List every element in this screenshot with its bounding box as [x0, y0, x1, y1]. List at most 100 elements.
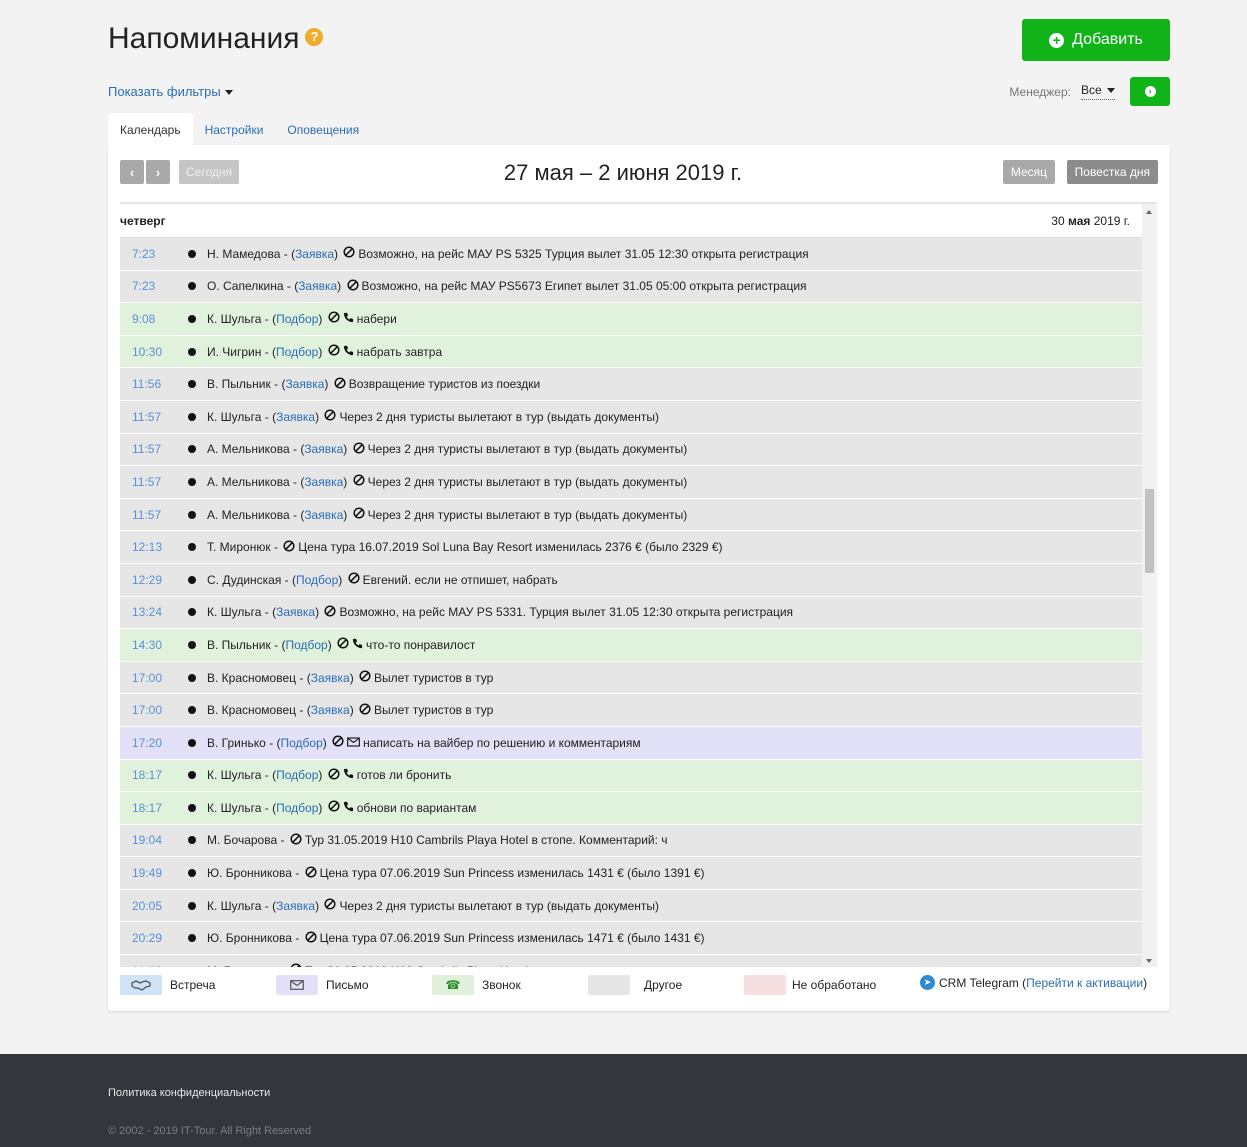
event-row[interactable]: 11:57 А. Мельникова - (Заявка) Через 2 дн… — [120, 466, 1142, 499]
scroll-down-icon[interactable] — [1146, 959, 1152, 963]
scrollbar[interactable] — [1142, 204, 1157, 967]
event-row[interactable]: 12:13 Т. Миронюк - Цена тура 16.07.2019 S… — [120, 531, 1142, 564]
today-button[interactable]: Сегодня — [179, 160, 239, 184]
add-button-label: Добавить — [1072, 31, 1143, 48]
event-row[interactable]: 11:57 А. Мельникова - (Заявка) Через 2 дн… — [120, 498, 1142, 532]
privacy-policy-link[interactable]: Политика конфиденциальности — [108, 1087, 270, 1099]
event-time[interactable]: 11:57 — [120, 442, 174, 456]
event-time[interactable]: 7:23 — [120, 247, 174, 261]
event-row[interactable]: 11:57 К. Шульга - (Заявка) Через 2 дня ту… — [120, 400, 1142, 434]
status-icon — [324, 605, 336, 620]
event-row[interactable]: 18:17 К. Шульга - (Подбор) готов ли брони… — [120, 759, 1142, 793]
event-row[interactable]: 17:00 В. Красномовец - (Заявка) Вылет тур… — [120, 694, 1142, 727]
prev-button[interactable]: ‹ — [120, 160, 144, 184]
event-time[interactable]: 12:13 — [120, 540, 174, 554]
event-row[interactable]: 20:05 К. Шульга - (Заявка) Через 2 дня ту… — [120, 889, 1142, 923]
event-row[interactable]: 14:30 В. Пыльник - (Подбор) что-то понрав… — [120, 629, 1142, 662]
event-row[interactable]: 11:56 В. Пыльник - (Заявка) Возвращение т… — [120, 368, 1142, 401]
event-time[interactable]: 20:29 — [120, 931, 174, 945]
event-time[interactable]: 7:23 — [120, 279, 174, 293]
event-text: Через 2 дня туристы вылетают в тур (выда… — [339, 898, 660, 913]
legend-telegram: ➤ CRM Telegram (Перейти к активации) — [920, 975, 1147, 990]
event-link[interactable]: Заявка — [276, 605, 315, 619]
help-icon[interactable]: ? — [305, 28, 324, 47]
event-link[interactable]: Заявка — [295, 247, 334, 261]
bullet-icon — [188, 477, 196, 486]
event-manager: К. Шульга — [207, 898, 262, 913]
event-link[interactable]: Подбор — [276, 801, 318, 815]
month-view-button[interactable]: Месяц — [1002, 160, 1055, 184]
event-time[interactable]: 17:20 — [120, 736, 174, 750]
event-row[interactable]: 19:49 Ю. Бронникова - Цена тура 07.06.201… — [120, 857, 1142, 890]
event-time[interactable]: 19:04 — [120, 833, 174, 847]
event-link[interactable]: Заявка — [298, 279, 337, 293]
event-time[interactable]: 13:24 — [120, 605, 174, 619]
arrow-right-circle-icon: › — [1144, 86, 1156, 97]
event-row[interactable]: 9:08 К. Шульга - (Подбор) набери — [120, 303, 1142, 336]
event-link[interactable]: Заявка — [311, 671, 350, 685]
event-time[interactable]: 19:49 — [120, 866, 174, 880]
event-row[interactable]: 20:29 Ю. Бронникова - Цена тура 07.06.201… — [120, 922, 1142, 956]
scrollbar-thumb[interactable] — [1145, 489, 1154, 573]
event-time[interactable]: 20:05 — [120, 899, 174, 913]
event-time[interactable]: 21:02 — [120, 964, 174, 967]
scroll-up-icon[interactable] — [1146, 210, 1152, 214]
event-separator: - — [261, 800, 273, 815]
event-row[interactable]: 7:23 О. Сапелкина - (Заявка) Возможно, на… — [120, 270, 1142, 304]
manager-select[interactable]: Все — [1080, 83, 1115, 100]
event-link[interactable]: Заявка — [304, 442, 343, 456]
telegram-activate-link[interactable]: Перейти к активации — [1026, 976, 1143, 990]
tab-notifications[interactable]: Оповещения — [275, 113, 371, 145]
event-separator: - — [270, 377, 282, 392]
agenda-list[interactable]: четверг 30 мая 2019 г. 7:23 Н. Мамедова -… — [120, 202, 1157, 967]
event-link[interactable]: Подбор — [285, 638, 327, 652]
event-row[interactable]: 10:30 И. Чигрин - (Подбор) набрать завтра — [120, 335, 1142, 369]
event-row[interactable]: 21:02 М. Бочарова - Тур 31.05.2019 H10 Ca… — [120, 955, 1142, 967]
event-time[interactable]: 11:56 — [120, 377, 174, 391]
next-button[interactable]: › — [146, 160, 170, 184]
add-button[interactable]: + Добавить — [1022, 19, 1170, 61]
event-link[interactable]: Подбор — [276, 768, 318, 782]
event-time[interactable]: 11:57 — [120, 508, 174, 522]
event-link[interactable]: Подбор — [276, 345, 318, 359]
event-time[interactable]: 17:00 — [120, 671, 174, 685]
paren-close: ) — [327, 637, 336, 652]
apply-manager-button[interactable]: › — [1130, 77, 1170, 106]
event-link[interactable]: Заявка — [311, 703, 350, 717]
event-row[interactable]: 12:29 С. Дудинская - (Подбор) Евгений. ес… — [120, 563, 1142, 597]
event-time[interactable]: 18:17 — [120, 801, 174, 815]
event-time[interactable]: 11:57 — [120, 475, 174, 489]
event-time[interactable]: 9:08 — [120, 312, 174, 326]
event-link[interactable]: Заявка — [276, 899, 315, 913]
event-link[interactable]: Заявка — [304, 475, 343, 489]
bullet-icon — [188, 543, 196, 552]
event-link[interactable]: Подбор — [296, 573, 338, 587]
event-row[interactable]: 11:57 А. Мельникова - (Заявка) Через 2 дн… — [120, 433, 1142, 467]
event-link[interactable]: Заявка — [304, 508, 343, 522]
event-time[interactable]: 10:30 — [120, 345, 174, 359]
phone-icon — [343, 345, 354, 359]
event-link[interactable]: Подбор — [280, 736, 322, 750]
event-link[interactable]: Заявка — [276, 410, 315, 424]
event-row[interactable]: 18:17 К. Шульга - (Подбор) обнови по вари… — [120, 792, 1142, 825]
event-time[interactable]: 12:29 — [120, 573, 174, 587]
show-filters-toggle[interactable]: Показать фильтры — [108, 84, 233, 99]
event-separator: - — [289, 442, 301, 457]
tab-settings[interactable]: Настройки — [193, 113, 276, 145]
event-row[interactable]: 17:20 В. Гринько - (Подбор) написать на в… — [120, 726, 1142, 760]
event-link[interactable]: Заявка — [285, 377, 324, 391]
event-row[interactable]: 7:23 Н. Мамедова - (Заявка) Возможно, на … — [120, 238, 1142, 271]
event-link[interactable]: Подбор — [276, 312, 318, 326]
event-time[interactable]: 14:30 — [120, 638, 174, 652]
agenda-view-button[interactable]: Повестка дня — [1066, 160, 1158, 184]
event-time[interactable]: 17:00 — [120, 703, 174, 717]
event-manager: И. Чигрин — [207, 344, 262, 359]
event-manager: В. Красномовец — [207, 670, 297, 685]
bullet-icon — [188, 347, 196, 356]
event-time[interactable]: 11:57 — [120, 410, 174, 424]
tab-calendar[interactable]: Календарь — [108, 113, 193, 145]
event-row[interactable]: 13:24 К. Шульга - (Заявка) Возможно, на р… — [120, 596, 1142, 630]
event-time[interactable]: 18:17 — [120, 768, 174, 782]
event-row[interactable]: 17:00 В. Красномовец - (Заявка) Вылет тур… — [120, 661, 1142, 695]
event-row[interactable]: 19:04 М. Бочарова - Тур 31.05.2019 H10 Ca… — [120, 824, 1142, 858]
